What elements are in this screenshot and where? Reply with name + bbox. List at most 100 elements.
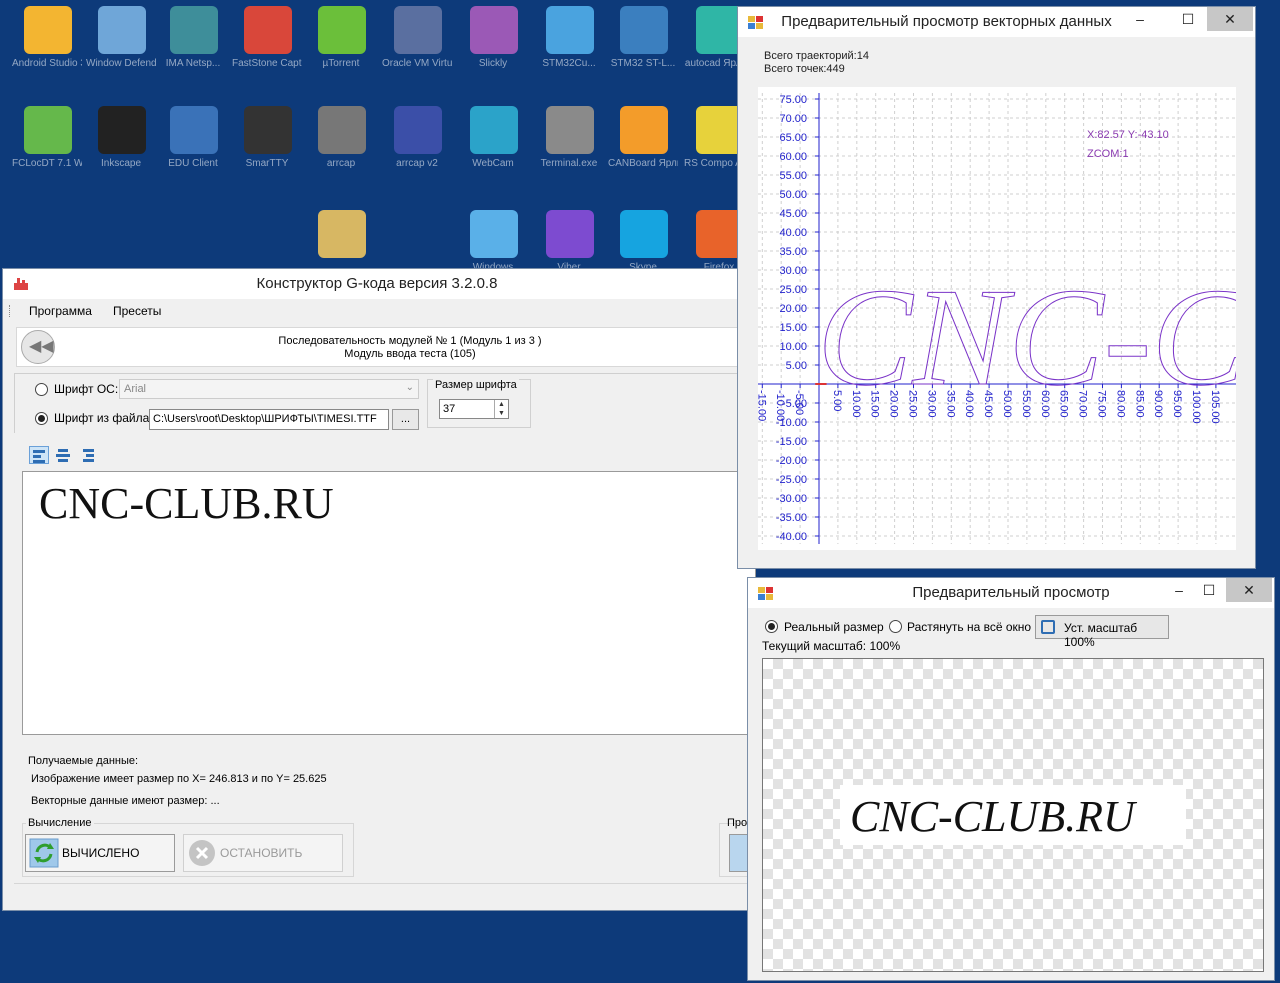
real-size-radio[interactable]	[765, 620, 778, 633]
desktop-icon[interactable]: STM32Cu...	[534, 2, 604, 92]
font-path-field[interactable]: C:\Users\root\Desktop\ШРИФТЫ\TIMESI.TTF	[149, 409, 389, 430]
desktop-icon[interactable]: Slickly	[458, 2, 528, 92]
point-count: Всего точек:449	[764, 63, 845, 75]
back-button[interactable]: ◀◀	[21, 330, 55, 364]
desktop-icon[interactable]: Inkscape	[86, 102, 156, 192]
os-font-select[interactable]: Arial ⌄	[119, 379, 419, 399]
y-tick-label: 20.00	[779, 303, 807, 315]
y-tick-label: 35.00	[779, 246, 807, 258]
y-tick-label: -35.00	[776, 512, 807, 524]
desktop-icon-label: FastStone Capture	[232, 58, 302, 69]
y-tick-label: -25.00	[776, 474, 807, 486]
desktop-icon[interactable]: Android Studio 3	[12, 2, 82, 92]
app-shortcut-icon	[394, 106, 442, 154]
desktop-icon[interactable]: arrcap	[306, 102, 376, 192]
file-font-label: Шрифт из файла:	[54, 411, 153, 425]
vector-glyph-trace: CNC-C	[817, 260, 1236, 415]
desktop-icon-label: Slickly	[478, 58, 508, 69]
desktop-icon-label: IMA Netsp...	[165, 58, 221, 69]
set-scale-button[interactable]: Уст. масштаб 100%	[1035, 615, 1169, 649]
y-tick-label: 70.00	[779, 113, 807, 125]
os-font-radio[interactable]	[35, 383, 48, 396]
menu-program[interactable]: Программа	[29, 304, 92, 318]
desktop-icon[interactable]: WebCam	[458, 102, 528, 192]
close-button[interactable]: ✕	[1207, 7, 1253, 31]
result-caption: Получаемые данные:	[28, 755, 139, 767]
x-tick-label: -10.00	[774, 390, 786, 421]
align-right-button[interactable]	[77, 446, 97, 464]
desktop-icon-label: Window Defender	[86, 58, 156, 69]
desktop-icon[interactable]: CANBoard Ярлык	[608, 102, 678, 192]
calculated-button[interactable]: ВЫЧИСЛЕНО	[25, 834, 175, 872]
sequence-panel: ◀◀ Последовательность модулей № 1 (Модул…	[16, 327, 756, 367]
vector-titlebar[interactable]: Предварительный просмотр векторных данны…	[738, 7, 1255, 37]
desktop-icon[interactable]: FCLocDT 7.1 Win64	[12, 102, 82, 192]
y-tick-label: 75.00	[779, 94, 807, 106]
desktop-icon-label: WebCam	[472, 158, 514, 169]
stop-label: ОСТАНОВИТЬ	[220, 846, 303, 860]
y-tick-label: 25.00	[779, 284, 807, 296]
y-tick-label: 55.00	[779, 170, 807, 182]
desktop-icon-label: CANBoard Ярлык	[608, 158, 678, 169]
app-shortcut-icon	[318, 210, 366, 258]
preview-text: CNC-CLUB.RU	[850, 792, 1135, 841]
desktop-icon[interactable]: Window Defender	[86, 2, 156, 92]
desktop-icon[interactable]: FastStone Capture	[232, 2, 302, 92]
desktop-icon[interactable]: SmarTTY	[232, 102, 302, 192]
y-tick-label: 30.00	[779, 265, 807, 277]
status-strip	[14, 883, 754, 905]
align-center-button[interactable]	[53, 446, 73, 464]
y-tick-labels: 75.00 70.00 65.00 60.00 55.00 50.00 45.00 40.00…	[776, 94, 807, 543]
app-shortcut-icon	[98, 6, 146, 54]
double-left-arrow-icon: ◀◀	[29, 338, 54, 355]
desktop-icon-label: µTorrent	[322, 58, 360, 69]
desktop-icon[interactable]: µTorrent	[306, 2, 376, 92]
stepper-arrows-icon[interactable]: ▲ ▼	[494, 400, 508, 418]
preview-titlebar[interactable]: Предварительный просмотр – ☐ ✕	[748, 578, 1274, 608]
vector-title: Предварительный просмотр векторных данны…	[781, 13, 1112, 30]
app-shortcut-icon	[318, 106, 366, 154]
result-image-size: Изображение имеет размер по X= 246.813 и…	[31, 773, 327, 785]
main-title: Конструктор G-кода версия 3.2.0.8	[256, 275, 498, 292]
gcode-constructor-window: Конструктор G-кода версия 3.2.0.8 Програ…	[2, 268, 756, 911]
minimize-button[interactable]: –	[1123, 7, 1157, 31]
preview-canvas[interactable]: CNC-CLUB.RU	[762, 658, 1264, 972]
app-shortcut-icon	[318, 6, 366, 54]
close-button[interactable]: ✕	[1226, 578, 1272, 602]
y-tick-label: 40.00	[779, 227, 807, 239]
file-font-radio[interactable]	[35, 412, 48, 425]
desktop-icon[interactable]: STM32 ST-L...	[608, 2, 678, 92]
app-shortcut-icon	[24, 106, 72, 154]
minimize-button[interactable]: –	[1162, 578, 1196, 602]
desktop-icon[interactable]: arrcap v2	[382, 102, 452, 192]
maximize-button[interactable]: ☐	[1192, 578, 1226, 602]
stop-button[interactable]: ОСТАНОВИТЬ	[183, 834, 343, 872]
y-tick-label: 15.00	[779, 322, 807, 334]
y-tick-label: 45.00	[779, 208, 807, 220]
desktop-icon[interactable]: IMA Netsp...	[158, 2, 228, 92]
desktop-icon[interactable]: Terminal.exe	[534, 102, 604, 192]
desktop-icon[interactable]: Oracle VM VirtualBox	[382, 2, 452, 92]
maximize-button[interactable]: ☐	[1171, 7, 1205, 31]
app-shortcut-icon	[244, 6, 292, 54]
vector-chart[interactable]: 75.00 70.00 65.00 60.00 55.00 50.00 45.00 40.00…	[758, 87, 1236, 550]
main-titlebar[interactable]: Конструктор G-кода версия 3.2.0.8	[3, 269, 751, 299]
stretch-radio[interactable]	[889, 620, 902, 633]
y-tick-label: 65.00	[779, 132, 807, 144]
desktop-icon-label: EDU Client	[168, 158, 218, 169]
app-shortcut-icon	[244, 106, 292, 154]
calculated-label: ВЫЧИСЛЕНО	[62, 846, 140, 860]
calculation-caption: Вычисление	[26, 817, 94, 829]
text-input-area[interactable]: CNC-CLUB.RU	[22, 471, 756, 735]
browse-button[interactable]: ...	[392, 409, 419, 430]
cursor-coordinates: X:82.57 Y:-43.10	[1087, 129, 1169, 141]
desktop-icon-label: Android Studio 3	[12, 58, 82, 69]
font-size-stepper[interactable]: 37 ▲ ▼	[439, 399, 509, 419]
desktop-icon[interactable]: EDU Client	[158, 102, 228, 192]
y-tick-label: 50.00	[779, 189, 807, 201]
y-tick-label: -30.00	[776, 493, 807, 505]
app-shortcut-icon	[394, 6, 442, 54]
desktop-icon-label: FCLocDT 7.1 Win64	[12, 158, 82, 169]
align-left-button[interactable]	[29, 446, 49, 464]
menu-presets[interactable]: Пресеты	[113, 304, 161, 318]
